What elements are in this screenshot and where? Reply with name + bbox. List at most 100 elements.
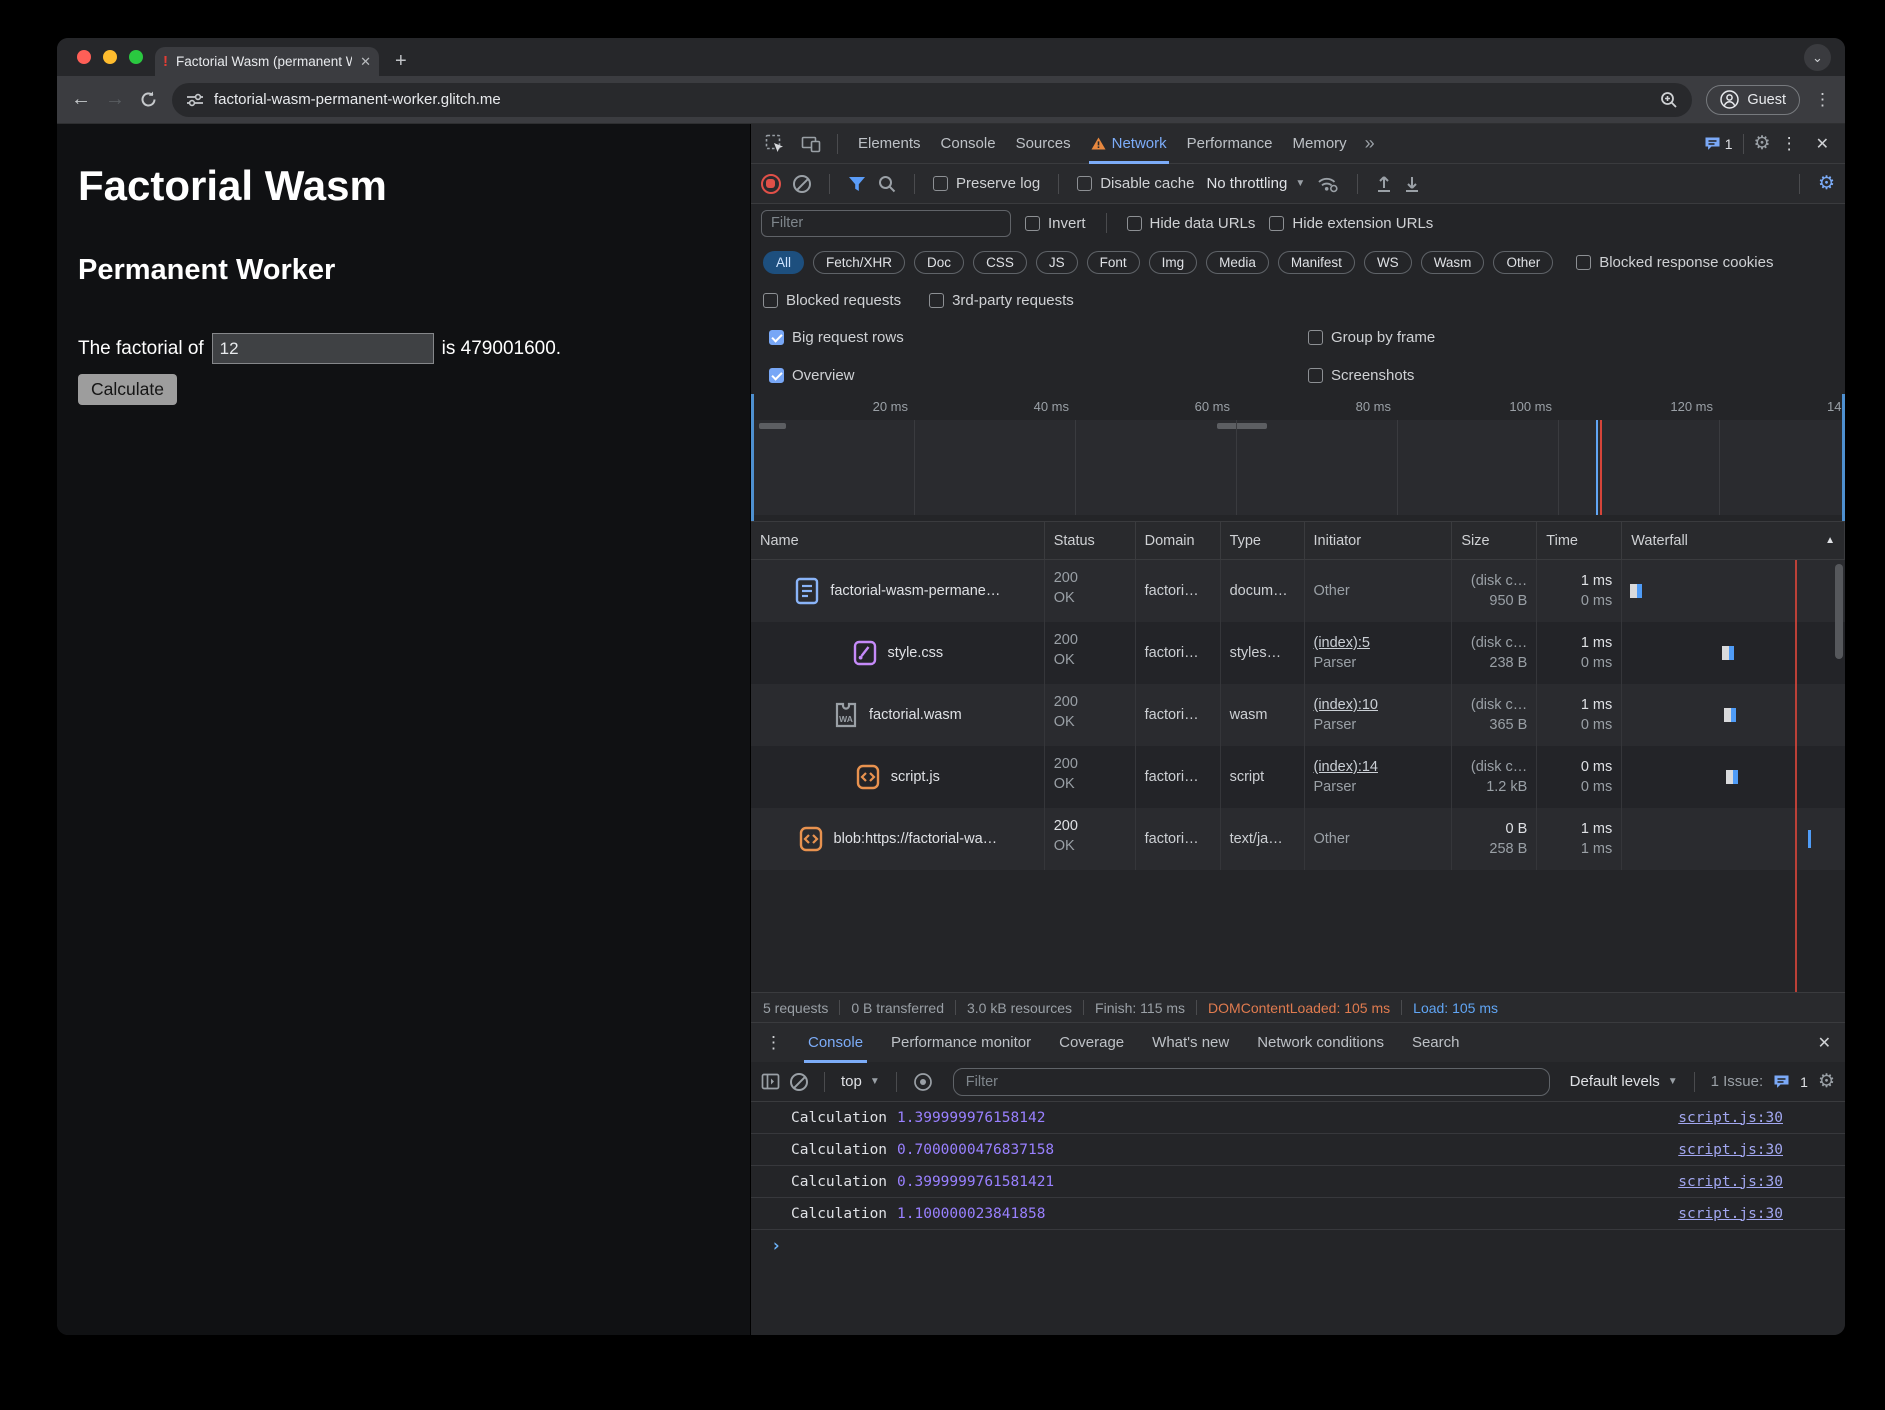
issue-count[interactable]: 1 [1800, 1074, 1808, 1090]
clear-console-icon[interactable] [790, 1073, 808, 1091]
column-header-size[interactable]: Size [1452, 522, 1537, 559]
chip-media[interactable]: Media [1206, 251, 1269, 274]
chip-css[interactable]: CSS [973, 251, 1027, 274]
column-header-name[interactable]: Name [751, 522, 1045, 559]
chip-wasm[interactable]: Wasm [1421, 251, 1485, 274]
network-conditions-icon[interactable] [1317, 175, 1339, 193]
settings-gear-icon[interactable]: ⚙ [1754, 132, 1771, 155]
table-row[interactable]: style.css 200OK factori… styles… (index)… [751, 622, 1845, 684]
chip-font[interactable]: Font [1087, 251, 1140, 274]
column-header-status[interactable]: Status [1045, 522, 1136, 559]
profile-button[interactable]: Guest [1706, 85, 1800, 115]
drawer-tab-console[interactable]: Console [794, 1023, 877, 1063]
column-header-waterfall[interactable]: Waterfall▲ [1622, 522, 1845, 559]
live-expression-eye-icon[interactable] [913, 1072, 933, 1092]
checkbox[interactable] [933, 176, 948, 191]
console-sidebar-icon[interactable] [761, 1073, 780, 1090]
console-filter-input[interactable] [953, 1068, 1550, 1096]
devtools-close-icon[interactable]: ✕ [1808, 134, 1837, 154]
tab-network[interactable]: Network [1081, 124, 1177, 164]
network-filter-input[interactable] [761, 210, 1011, 237]
network-overview-timeline[interactable]: 20 ms40 ms60 ms80 ms100 ms120 ms14 [751, 394, 1845, 522]
chip-all[interactable]: All [763, 251, 804, 274]
clear-network-log-icon[interactable] [793, 175, 811, 193]
javascript-context-select[interactable]: top ▼ [841, 1073, 880, 1090]
disable-cache-checkbox[interactable]: Disable cache [1077, 175, 1194, 192]
reload-button[interactable] [139, 90, 158, 109]
tab-console[interactable]: Console [931, 124, 1006, 164]
checkbox[interactable] [1308, 330, 1323, 345]
chip-doc[interactable]: Doc [914, 251, 964, 274]
issue-label[interactable]: 1 Issue: [1711, 1073, 1764, 1090]
column-header-type[interactable]: Type [1221, 522, 1305, 559]
checkbox[interactable] [929, 293, 944, 308]
invert-checkbox[interactable]: Invert [1025, 215, 1086, 232]
issues-icon[interactable] [1773, 1074, 1790, 1090]
preserve-log-checkbox[interactable]: Preserve log [933, 175, 1040, 192]
chip-other[interactable]: Other [1493, 251, 1553, 274]
table-row[interactable]: blob:https://factorial-wa… 200OK factori… [751, 808, 1845, 870]
table-row[interactable]: script.js 200OK factori… script (index):… [751, 746, 1845, 808]
zoom-icon[interactable] [1660, 91, 1678, 109]
drawer-tab-search[interactable]: Search [1398, 1023, 1474, 1063]
table-row[interactable]: factorial-wasm-permane… 200OK factori… d… [751, 560, 1845, 622]
tab-close-icon[interactable]: ✕ [360, 54, 371, 70]
calculate-button[interactable]: Calculate [78, 374, 177, 405]
column-header-initiator[interactable]: Initiator [1305, 522, 1453, 559]
console-source-link[interactable]: script.js:30 [1678, 1174, 1783, 1190]
checkbox[interactable] [1269, 216, 1284, 231]
initiator-link[interactable]: (index):14 [1314, 757, 1443, 777]
factorial-input[interactable] [212, 333, 434, 364]
hide-data-urls-checkbox[interactable]: Hide data URLs [1127, 215, 1256, 232]
forward-button[interactable]: → [105, 88, 125, 111]
column-header-time[interactable]: Time [1537, 522, 1622, 559]
drawer-tab-performance-monitor[interactable]: Performance monitor [877, 1023, 1045, 1063]
drawer-close-icon[interactable]: ✕ [1810, 1033, 1839, 1053]
network-settings-gear-icon[interactable]: ⚙ [1818, 172, 1835, 195]
filter-funnel-icon[interactable] [848, 176, 866, 192]
checkbox[interactable] [1127, 216, 1142, 231]
hide-extension-urls-checkbox[interactable]: Hide extension URLs [1269, 215, 1433, 232]
close-window-button[interactable] [77, 50, 91, 64]
url-bar[interactable]: factorial-wasm-permanent-worker.glitch.m… [172, 83, 1692, 117]
chip-img[interactable]: Img [1149, 251, 1198, 274]
issues-count[interactable]: 1 [1725, 136, 1733, 152]
tab-search-button[interactable]: ⌄ [1804, 44, 1831, 71]
log-levels-select[interactable]: Default levels ▼ [1570, 1073, 1678, 1090]
tab-sources[interactable]: Sources [1006, 124, 1081, 164]
inspect-element-icon[interactable] [759, 134, 791, 154]
drawer-menu-icon[interactable]: ⋮ [757, 1033, 790, 1053]
site-settings-tune-icon[interactable] [186, 92, 204, 108]
initiator-link[interactable]: (index):10 [1314, 695, 1443, 715]
record-network-log-button[interactable] [761, 174, 781, 194]
tab-performance[interactable]: Performance [1177, 124, 1283, 164]
checkbox[interactable] [1077, 176, 1092, 191]
more-tabs-icon[interactable]: » [1361, 133, 1379, 154]
blocked-requests-checkbox[interactable]: Blocked requests [763, 292, 901, 309]
initiator-link[interactable]: (index):5 [1314, 633, 1443, 653]
drawer-tab-network-conditions[interactable]: Network conditions [1243, 1023, 1398, 1063]
screenshots-checkbox[interactable]: Screenshots [1308, 356, 1845, 394]
zoom-window-button[interactable] [129, 50, 143, 64]
console-source-link[interactable]: script.js:30 [1678, 1206, 1783, 1222]
column-header-domain[interactable]: Domain [1136, 522, 1221, 559]
devtools-menu-icon[interactable]: ⋮ [1775, 134, 1804, 154]
import-har-icon[interactable] [1376, 175, 1392, 193]
search-icon[interactable] [878, 175, 896, 193]
url-text[interactable]: factorial-wasm-permanent-worker.glitch.m… [214, 91, 1650, 108]
chip-manifest[interactable]: Manifest [1278, 251, 1355, 274]
blocked-response-cookies-checkbox[interactable]: Blocked response cookies [1576, 254, 1773, 271]
checkbox[interactable] [769, 330, 784, 345]
console-source-link[interactable]: script.js:30 [1678, 1142, 1783, 1158]
console-settings-gear-icon[interactable]: ⚙ [1818, 1070, 1835, 1093]
console-prompt[interactable]: › [751, 1230, 1845, 1262]
scrollbar-thumb[interactable] [1835, 564, 1843, 659]
issues-icon[interactable] [1704, 136, 1721, 152]
browser-tab[interactable]: ! Factorial Wasm (permanent W ✕ [155, 47, 379, 76]
chip-js[interactable]: JS [1036, 251, 1078, 274]
checkbox[interactable] [1025, 216, 1040, 231]
group-by-frame-checkbox[interactable]: Group by frame [1308, 318, 1845, 356]
new-tab-button[interactable]: + [395, 48, 407, 74]
browser-menu-button[interactable]: ⋮ [1814, 90, 1831, 110]
checkbox[interactable] [763, 293, 778, 308]
